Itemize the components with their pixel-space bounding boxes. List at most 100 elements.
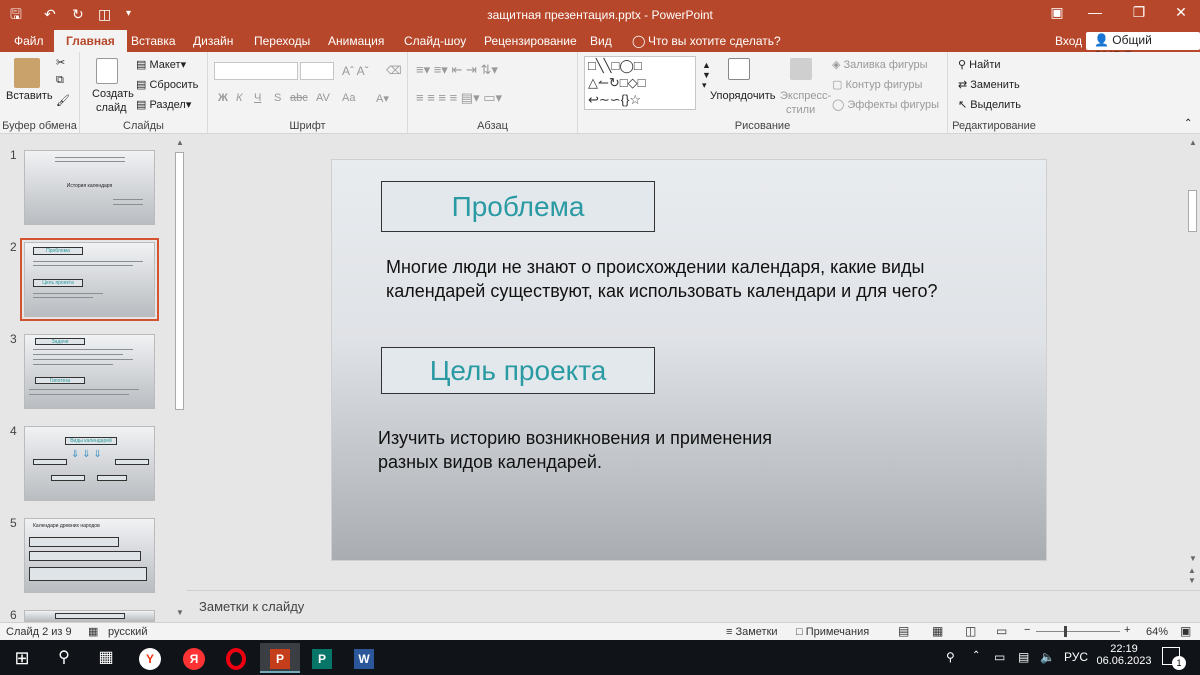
- yandex-icon[interactable]: Я: [174, 643, 214, 673]
- windows-start-icon[interactable]: ⊞: [2, 643, 42, 673]
- tab-animations[interactable]: Анимация: [328, 34, 384, 48]
- italic-button[interactable]: К: [236, 92, 242, 104]
- slide-thumbnail-2[interactable]: Проблема Цель проекта: [20, 238, 159, 321]
- new-slide-icon[interactable]: [96, 58, 118, 84]
- restore-button[interactable]: ❐: [1124, 4, 1154, 21]
- slide[interactable]: Проблема Многие люди не знают о происхож…: [331, 159, 1047, 561]
- char-spacing-button[interactable]: AV: [316, 92, 330, 104]
- comments-toggle[interactable]: □ Примечания: [796, 626, 869, 638]
- shape-fill-button[interactable]: ◈ Заливка фигуры: [832, 58, 928, 71]
- tab-transitions[interactable]: Переходы: [254, 34, 310, 48]
- change-case-button[interactable]: Aa: [342, 92, 355, 104]
- gallery-scroll-icon[interactable]: ▲ ▼ ▾: [702, 60, 711, 91]
- select-button[interactable]: ↖ Выделить: [958, 98, 1021, 111]
- previous-slide-icon[interactable]: ▲: [1188, 566, 1196, 575]
- show-hidden-icons-icon[interactable]: ⌃: [972, 650, 980, 661]
- notes-toggle[interactable]: ≡ Заметки: [726, 626, 778, 638]
- copy-icon[interactable]: ⧉: [56, 74, 64, 87]
- tab-review[interactable]: Рецензирование: [484, 34, 577, 48]
- task-view-icon[interactable]: ▦: [86, 643, 126, 673]
- goal-text[interactable]: Изучить историю возникновения и применен…: [378, 426, 978, 474]
- notes-pane[interactable]: Заметки к слайду: [187, 590, 1200, 622]
- tab-view[interactable]: Вид: [590, 34, 612, 48]
- slideshow-icon[interactable]: ▭: [996, 624, 1007, 638]
- goal-heading[interactable]: Цель проекта: [381, 347, 655, 394]
- scroll-down-icon[interactable]: ▼: [1189, 554, 1197, 563]
- section-button[interactable]: ▤ Раздел▾: [136, 98, 191, 111]
- thumbnails-scrollbar[interactable]: ▲ ▼: [172, 134, 187, 622]
- font-name-combo[interactable]: [214, 62, 298, 80]
- paste-icon[interactable]: [14, 58, 40, 88]
- input-language[interactable]: РУС: [1064, 650, 1088, 664]
- fit-to-window-icon[interactable]: ▣: [1180, 624, 1191, 638]
- find-button[interactable]: ⚲ Найти: [958, 58, 1001, 71]
- cut-icon[interactable]: ✂: [56, 56, 65, 69]
- tab-file[interactable]: Файл: [14, 34, 44, 48]
- reading-view-icon[interactable]: ◫: [965, 624, 976, 638]
- format-painter-icon[interactable]: 🖌: [56, 94, 70, 107]
- scroll-up-icon[interactable]: ▲: [1189, 138, 1197, 147]
- font-size-combo[interactable]: [300, 62, 334, 80]
- share-button[interactable]: 👤 Общий доступ: [1086, 32, 1200, 61]
- quick-styles-label-1[interactable]: Экспресс-: [780, 90, 831, 102]
- shape-effects-button[interactable]: ◯ Эффекты фигуры: [832, 98, 939, 111]
- sign-in-link[interactable]: Вход: [1055, 34, 1082, 48]
- scroll-down-icon[interactable]: ▼: [176, 608, 184, 617]
- tell-me-box[interactable]: Что вы хотите сделать?: [648, 34, 781, 48]
- arrange-icon[interactable]: [728, 58, 750, 80]
- next-slide-icon[interactable]: ▼: [1188, 576, 1196, 585]
- layout-button[interactable]: ▤ Макет▾: [136, 58, 186, 71]
- replace-button[interactable]: ⇄ Заменить: [958, 78, 1020, 91]
- spelling-icon[interactable]: ▦: [88, 625, 98, 638]
- slide-thumbnail-5[interactable]: Календари древних народов: [24, 518, 155, 593]
- tab-slideshow[interactable]: Слайд-шоу: [404, 34, 466, 48]
- opera-icon[interactable]: [216, 643, 256, 673]
- problem-heading[interactable]: Проблема: [381, 181, 655, 232]
- normal-view-icon[interactable]: ▤: [898, 624, 909, 638]
- battery-icon[interactable]: ▭: [994, 650, 1005, 664]
- close-button[interactable]: ✕: [1166, 4, 1196, 21]
- zoom-in-icon[interactable]: +: [1124, 624, 1130, 636]
- people-icon[interactable]: ⚲: [946, 650, 955, 664]
- align-icons[interactable]: ≡ ≡ ≡ ≡ ▤▾ ▭▾: [416, 90, 502, 106]
- underline-button[interactable]: Ч: [254, 92, 261, 104]
- zoom-slider-thumb[interactable]: [1064, 626, 1067, 637]
- search-icon[interactable]: ⚲: [44, 643, 84, 673]
- zoom-out-icon[interactable]: −: [1024, 624, 1030, 636]
- scrollbar-thumb[interactable]: [175, 152, 184, 410]
- slide-thumbnail-1[interactable]: История календаря: [24, 150, 155, 225]
- volume-icon[interactable]: 🔈: [1040, 650, 1055, 664]
- scroll-up-icon[interactable]: ▲: [176, 138, 184, 147]
- minimize-button[interactable]: —: [1080, 4, 1110, 20]
- reset-button[interactable]: ▤ Сбросить: [136, 78, 198, 91]
- tab-design[interactable]: Дизайн: [193, 34, 233, 48]
- clock[interactable]: 22:19 06.06.2023: [1096, 643, 1152, 667]
- new-slide-label-2[interactable]: слайд: [96, 102, 127, 114]
- problem-text[interactable]: Многие люди не знают о происхождении кал…: [386, 255, 986, 303]
- yandex-browser-icon[interactable]: Y: [130, 643, 170, 673]
- arrange-button[interactable]: Упорядочить: [710, 90, 775, 102]
- bold-button[interactable]: Ж: [218, 92, 228, 104]
- shapes-gallery[interactable]: □╲╲□◯□ △↼↻□◇□ ↩∼∽{}☆: [584, 56, 696, 110]
- slide-thumbnail-6[interactable]: [24, 610, 155, 622]
- slide-thumbnail-4[interactable]: Виды календарей ⇓ ⇓ ⇓: [24, 426, 155, 501]
- new-slide-label-1[interactable]: Создать: [92, 88, 134, 100]
- ribbon-display-options-icon[interactable]: ▣: [1042, 4, 1072, 21]
- shadow-button[interactable]: S: [274, 92, 281, 104]
- publisher-icon[interactable]: P: [302, 643, 342, 673]
- word-icon[interactable]: W: [344, 643, 384, 673]
- quick-styles-icon[interactable]: [790, 58, 812, 80]
- paste-button[interactable]: Вставить: [6, 90, 53, 102]
- tab-home[interactable]: Главная: [54, 30, 127, 52]
- zoom-level[interactable]: 64%: [1146, 626, 1168, 638]
- slide-scrollbar[interactable]: ▲ ▼ ▲ ▼: [1185, 134, 1200, 590]
- tab-insert[interactable]: Вставка: [131, 34, 176, 48]
- language-indicator[interactable]: русский: [108, 626, 147, 638]
- quick-styles-label-2[interactable]: стили: [786, 104, 815, 116]
- font-color-icon[interactable]: A▾: [376, 92, 389, 105]
- shape-outline-button[interactable]: ▢ Контур фигуры: [832, 78, 922, 91]
- powerpoint-taskbar-icon[interactable]: P: [260, 643, 300, 673]
- strikethrough-button[interactable]: abc: [290, 92, 308, 104]
- grow-font-icon[interactable]: Aˆ Aˇ: [342, 64, 369, 78]
- clear-formatting-icon[interactable]: ⌫: [386, 64, 402, 77]
